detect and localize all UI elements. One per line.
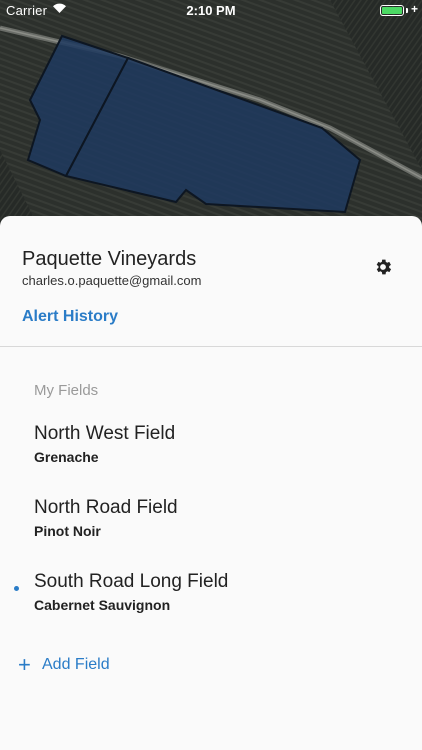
map-imagery <box>0 0 422 230</box>
section-title-my-fields: My Fields <box>34 382 99 399</box>
divider <box>0 346 422 347</box>
satellite-map[interactable] <box>0 0 422 230</box>
alert-history-link[interactable]: Alert History <box>22 308 118 326</box>
gear-icon[interactable] <box>373 257 393 277</box>
field-variety: Cabernet Sauvignon <box>34 597 171 613</box>
battery-icon <box>380 5 404 16</box>
field-item-north-west[interactable]: North West Field Grenache <box>0 423 422 483</box>
field-variety: Pinot Noir <box>34 523 101 539</box>
account-name: Paquette Vineyards <box>22 248 197 270</box>
selected-indicator <box>14 586 19 591</box>
add-field-label: Add Field <box>42 656 110 673</box>
charging-icon: + <box>410 2 418 16</box>
plus-icon: + <box>18 652 31 677</box>
account-sheet: Paquette Vineyards charles.o.paquette@gm… <box>0 216 422 750</box>
status-bar: Carrier 2:10 PM + <box>0 0 422 22</box>
field-name: North Road Field <box>34 497 178 518</box>
battery-tip <box>406 8 408 13</box>
field-item-north-road[interactable]: North Road Field Pinot Noir <box>0 497 422 557</box>
field-name: South Road Long Field <box>34 571 229 592</box>
field-variety: Grenache <box>34 449 99 465</box>
clock: 2:10 PM <box>186 3 236 18</box>
account-email: charles.o.paquette@gmail.com <box>22 273 202 288</box>
field-item-south-road-long[interactable]: South Road Long Field Cabernet Sauvignon <box>0 571 422 631</box>
field-name: North West Field <box>34 423 176 444</box>
